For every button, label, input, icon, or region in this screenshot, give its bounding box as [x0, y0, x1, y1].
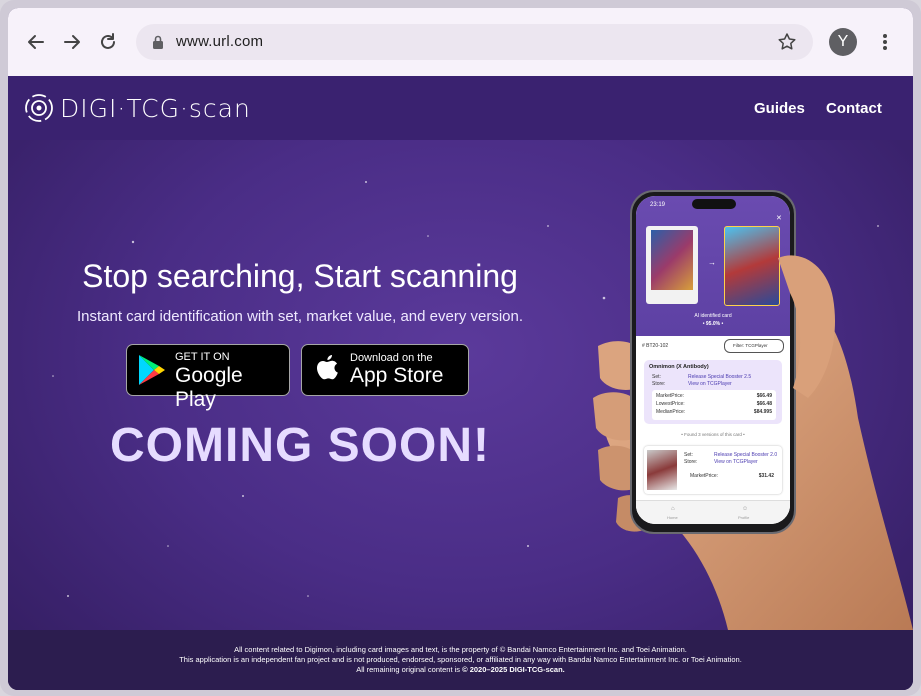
site-logo[interactable]: DIGI·TCG·scan	[24, 93, 251, 123]
arrow-right-icon	[64, 35, 80, 49]
coming-soon-heading: COMING SOON!	[110, 419, 490, 472]
google-play-big: Google Play	[175, 364, 243, 411]
avatar-letter: Y	[837, 33, 849, 50]
browser-window: www.url.com Y DIGI·TCG·scan Guides Conta…	[8, 8, 913, 690]
arrow-left-icon	[28, 35, 44, 49]
page-content: DIGI·TCG·scan Guides Contact Stop search…	[8, 76, 913, 690]
google-play-icon	[139, 355, 165, 385]
reload-button[interactable]	[96, 30, 120, 54]
back-button[interactable]	[24, 30, 48, 54]
footer-copyright: © 2020–2025 DIGI-TCG-scan.	[462, 665, 565, 674]
scan-logo-icon	[25, 94, 53, 122]
logo-text: DIGI·TCG·scan	[60, 93, 251, 123]
apple-icon	[317, 355, 338, 380]
footer-line-2: This application is an independent fan p…	[179, 655, 742, 664]
app-store-button[interactable]: Download on the App Store	[301, 344, 469, 396]
site-footer: All content related to Digimon, includin…	[8, 630, 913, 690]
hero-subtitle: Instant card identification with set, ma…	[76, 308, 524, 325]
reload-icon	[101, 33, 115, 49]
nav-guides[interactable]: Guides	[754, 100, 805, 117]
hero-title: Stop searching, Start scanning	[82, 258, 518, 294]
footer-line-1: All content related to Digimon, includin…	[234, 645, 687, 654]
nav-contact[interactable]: Contact	[826, 100, 882, 117]
google-play-button[interactable]: GET IT ON Google Play	[126, 344, 290, 411]
forward-button[interactable]	[60, 30, 84, 54]
site-header: DIGI·TCG·scan Guides Contact	[8, 76, 913, 140]
address-bar[interactable]: www.url.com	[136, 24, 813, 60]
browser-toolbar: www.url.com Y	[8, 8, 913, 76]
footer-line-3-prefix: All remaining original content is	[356, 665, 463, 674]
app-store-small: Download on the	[350, 352, 433, 364]
profile-avatar[interactable]: Y	[829, 28, 857, 56]
footer-line-3: All remaining original content is © 2020…	[8, 665, 913, 675]
thumb-illustration	[778, 255, 836, 398]
google-play-small: GET IT ON	[175, 351, 230, 363]
menu-button[interactable]	[873, 30, 897, 54]
app-store-big: App Store	[350, 364, 444, 387]
lock-icon	[153, 35, 163, 49]
phone-mockup: 23:19 ✕ → AI identified card • 95.0% • #…	[578, 188, 913, 630]
url-text: www.url.com	[176, 33, 264, 50]
star-icon[interactable]	[777, 32, 797, 52]
more-vert-icon	[883, 34, 887, 50]
browser-frame: www.url.com Y DIGI·TCG·scan Guides Conta…	[0, 0, 921, 696]
